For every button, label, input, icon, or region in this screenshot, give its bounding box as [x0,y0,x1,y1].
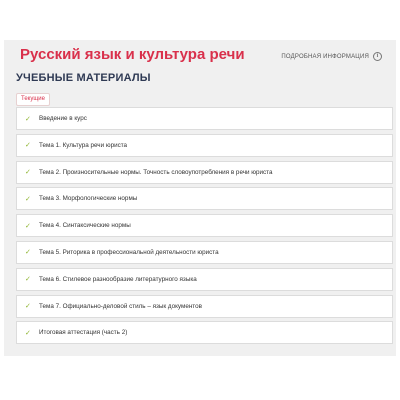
checkmark-icon: ✓ [25,115,31,123]
section-title: УЧЕБНЫЕ МАТЕРИАЛЫ [16,72,151,84]
material-item[interactable]: ✓ Тема 1. Культура речи юриста [16,133,393,157]
page-header: Русский язык и культура речи ПОДРОБНАЯ И… [12,44,392,63]
material-label: Введение в курс [39,115,87,122]
material-label: Тема 4. Синтаксические нормы [39,222,131,230]
checkmark-icon: ✓ [25,169,31,177]
material-label: Тема 3. Морфологические нормы [39,195,138,203]
material-item[interactable]: ✓ Итоговая аттестация (часть 2) [16,321,393,345]
course-panel: Русский язык и культура речи ПОДРОБНАЯ И… [4,40,396,356]
filter-tag-current[interactable]: Текущие [16,93,50,106]
checkmark-icon: ✓ [25,249,31,257]
checkmark-icon: ✓ [25,195,31,203]
material-label: Тема 2. Произносительные нормы. Точность… [39,168,273,176]
checkmark-icon: ✓ [25,142,31,150]
details-link[interactable]: ПОДРОБНАЯ ИНФОРМАЦИЯ i [281,52,382,61]
material-item[interactable]: ✓ Тема 3. Морфологические нормы [16,187,393,211]
material-label: Итоговая аттестация (часть 2) [39,329,128,337]
material-label: Тема 5. Риторика в профессиональной деят… [39,248,219,256]
material-item[interactable]: ✓ Тема 7. Официально-деловой стиль – язы… [16,294,393,318]
material-item[interactable]: ✓ Тема 4. Синтаксические нормы [16,214,393,238]
material-item[interactable]: ✓ Тема 6. Стилевое разнообразие литерату… [16,267,393,291]
material-label: Тема 6. Стилевое разнообразие литературн… [39,275,197,283]
info-icon: i [373,52,382,61]
material-item[interactable]: ✓ Тема 5. Риторика в профессиональной де… [16,240,393,264]
material-item[interactable]: ✓ Введение в курс [16,107,393,130]
checkmark-icon: ✓ [25,222,31,230]
checkmark-icon: ✓ [25,276,31,284]
materials-list: ✓ Введение в курс ✓ Тема 1. Культура реч… [16,107,393,348]
material-label: Тема 7. Официально-деловой стиль – язык … [39,302,202,310]
material-item[interactable]: ✓ Тема 2. Произносительные нормы. Точнос… [16,160,393,184]
checkmark-icon: ✓ [25,303,31,311]
checkmark-icon: ✓ [25,329,31,337]
material-label: Тема 1. Культура речи юриста [39,141,128,149]
details-link-label: ПОДРОБНАЯ ИНФОРМАЦИЯ [281,53,369,60]
course-title: Русский язык и культура речи [20,46,245,63]
